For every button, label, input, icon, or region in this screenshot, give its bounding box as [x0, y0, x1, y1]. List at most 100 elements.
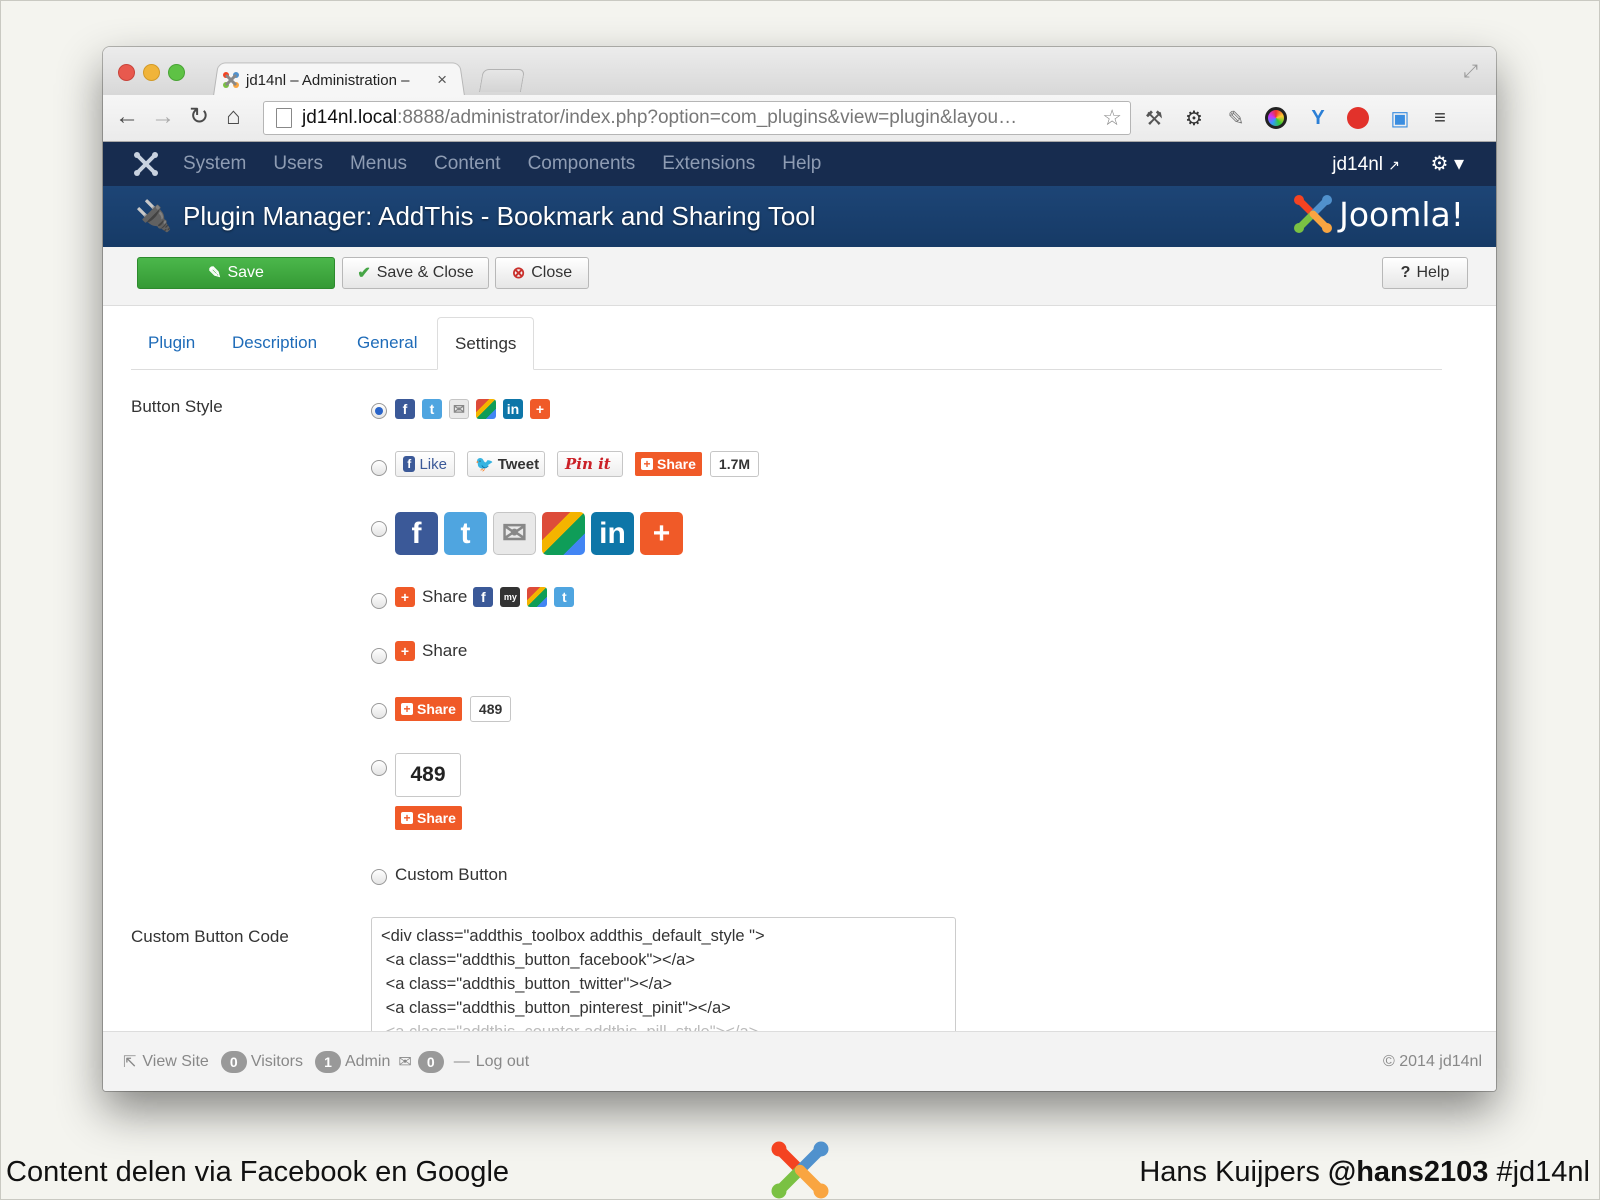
menu-menus[interactable]: Menus [350, 153, 407, 175]
color-wheel-icon[interactable] [1263, 105, 1289, 131]
author-name: Hans Kuijpers [1139, 1156, 1328, 1188]
settings-gear-icon[interactable]: ⚙ [1181, 105, 1207, 131]
help-label: Help [1416, 264, 1450, 281]
cancel-icon: ⊗ [511, 265, 526, 282]
tweet-label: Tweet [497, 455, 540, 473]
home-icon[interactable]: ⌂ [226, 103, 241, 131]
ghostery-icon[interactable]: Y [1305, 105, 1331, 131]
menu-system[interactable]: System [183, 153, 246, 175]
google-icon [476, 399, 496, 419]
new-tab-button[interactable] [478, 69, 526, 92]
style-option-4: + Share f my t [395, 587, 581, 607]
like-label: Like [419, 455, 447, 473]
minimize-window-icon[interactable] [143, 64, 160, 81]
fullscreen-icon[interactable]: ⤢ [1464, 61, 1478, 82]
menu-components[interactable]: Components [528, 153, 636, 175]
twitter-large-icon: t [444, 512, 487, 555]
menu-extensions[interactable]: Extensions [662, 153, 755, 175]
messages-badge[interactable]: 0 [417, 1050, 444, 1073]
view-site-icon: ⇱ [123, 1053, 137, 1071]
style-radio-5[interactable] [371, 648, 387, 664]
code-line: <a class="addthis_button_twitter"></a> [381, 975, 673, 993]
menu-content[interactable]: Content [434, 153, 501, 175]
plus-icon: + [641, 457, 653, 471]
logout-link[interactable]: Log out [476, 1053, 529, 1071]
plus-icon: + [401, 702, 413, 716]
joomla-brand: Joomla! [1293, 194, 1464, 234]
browser-window: jd14nl – Administration – × ⤢ ← → ↻ ⌂ jd… [103, 47, 1496, 1091]
code-line: <div class="addthis_toolbox addthis_defa… [381, 927, 765, 945]
tab-settings[interactable]: Settings [437, 317, 535, 370]
forward-icon[interactable]: → [151, 103, 175, 131]
linkedin-large-icon: in [591, 512, 634, 555]
style-option-3: f t ✉ in + [395, 512, 689, 555]
facebook-icon: f [473, 587, 494, 607]
email-icon: ✉ [449, 399, 469, 419]
help-button[interactable]: ? Help [1382, 257, 1468, 289]
eyedropper-icon[interactable]: ✎ [1223, 105, 1249, 131]
browser-tab-content[interactable]: jd14nl – Administration – × [221, 67, 461, 93]
style-radio-1[interactable] [371, 403, 387, 419]
page-title: Plugin Manager: AddThis - Bookmark and S… [183, 201, 816, 231]
browser-tab-title: jd14nl – Administration – [246, 71, 410, 89]
visitors-label[interactable]: Visitors [251, 1053, 303, 1071]
linkedin-icon: in [503, 399, 523, 419]
edit-icon: ✎ [208, 265, 222, 282]
share-button: + Share [395, 806, 462, 830]
reload-icon[interactable]: ↻ [189, 103, 209, 131]
tab-plugin[interactable]: Plugin [131, 317, 212, 369]
external-link-icon: ↗ [1388, 157, 1400, 173]
style-radio-6[interactable] [371, 703, 387, 719]
wrench-icon[interactable]: ⚒ [1141, 105, 1167, 131]
menu-help[interactable]: Help [782, 153, 821, 175]
style-radio-custom[interactable] [371, 869, 387, 885]
share-text: Share [422, 587, 468, 606]
zoom-window-icon[interactable] [168, 64, 185, 81]
custom-button-label: Custom Button [395, 865, 508, 884]
joomla-nav-logo-icon[interactable] [133, 151, 159, 177]
style-radio-7[interactable] [371, 760, 387, 776]
code-line: <a class="addthis_button_facebook"></a> [381, 951, 695, 969]
tab-description[interactable]: Description [215, 317, 334, 369]
style-radio-4[interactable] [371, 593, 387, 609]
user-menu-gear-icon[interactable]: ⚙ ▾ [1430, 151, 1464, 176]
code-line: <a class="addthis_button_pinterest_pinit… [381, 999, 731, 1017]
pinit-button: Pin it [557, 451, 623, 477]
twitter-icon: t [422, 399, 442, 419]
status-bar: ⇱ View Site 0 Visitors 1 Admin ✉ 0 — Log… [103, 1031, 1496, 1091]
bookmark-star-icon[interactable]: ☆ [1102, 105, 1122, 131]
view-site-link[interactable]: View Site [142, 1053, 208, 1071]
admin-menu: System Users Menus Content Components Ex… [183, 142, 848, 186]
facebook-like-button: f Like [395, 451, 455, 477]
plus-icon: + [401, 811, 413, 825]
logout-icon: — [453, 1052, 470, 1070]
joomla-favicon-icon [223, 72, 239, 88]
tab-general[interactable]: General [340, 317, 434, 369]
style-radio-2[interactable] [371, 460, 387, 476]
settings-tabs: Plugin Description General Settings [131, 317, 1442, 370]
admin-label[interactable]: Admin [345, 1053, 390, 1071]
joomla-logo-icon [1294, 195, 1333, 233]
save-button[interactable]: ✎ Save [137, 257, 335, 289]
address-bar[interactable]: jd14nl.local :8888/administrator/index.p… [263, 101, 1131, 135]
style-radio-3[interactable] [371, 521, 387, 537]
action-toolbar: ✎ Save ✔ Save & Close ⊗ Close ? Help [103, 247, 1496, 306]
share-label: Share [417, 810, 456, 826]
style-option-5: + Share [395, 641, 473, 661]
adblock-icon[interactable] [1345, 105, 1371, 131]
close-button[interactable]: ⊗ Close [495, 257, 589, 289]
extension-icon[interactable]: ▣ [1387, 105, 1413, 131]
email-large-icon: ✉ [493, 512, 536, 555]
style-option-7: + Share [395, 806, 462, 830]
share-label: Share [657, 456, 696, 472]
menu-icon[interactable]: ≡ [1427, 105, 1453, 131]
close-window-icon[interactable] [118, 64, 135, 81]
save-close-button[interactable]: ✔ Save & Close [342, 257, 489, 289]
addthis-plus-icon: + [395, 641, 415, 661]
back-icon[interactable]: ← [115, 103, 139, 131]
menu-users[interactable]: Users [273, 153, 323, 175]
site-link[interactable]: jd14nl ↗ [1332, 154, 1400, 176]
brand-text: Joomla! [1339, 194, 1464, 234]
twitter-bird-icon: 🐦 [475, 456, 494, 473]
tab-close-icon[interactable]: × [437, 70, 447, 90]
